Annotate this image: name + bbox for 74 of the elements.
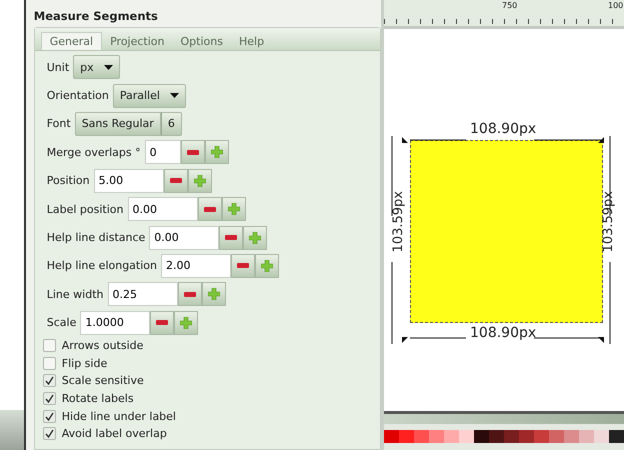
checkbox[interactable] [42,410,56,423]
checkbox-label: Avoid label overlap [62,427,167,440]
side-panel-edge [0,410,24,450]
input-field[interactable]: 0 [144,140,181,164]
plus-icon [180,316,192,329]
increment-button[interactable] [243,226,268,250]
checkbox[interactable] [42,374,56,388]
checkbox-label: Arrows outside [62,339,144,352]
decrement-button[interactable] [219,226,244,250]
checkbox[interactable] [42,339,56,352]
plus-icon [228,203,240,216]
checkbox[interactable] [42,392,56,405]
field-label: Merge overlaps ° [46,146,141,159]
minus-icon [184,292,196,297]
field-label: Position [46,174,90,188]
increment-button[interactable] [188,168,212,193]
plus-icon [210,146,223,158]
checkbox[interactable] [42,356,56,370]
field-label: Help line distance [46,231,146,244]
plus-icon [194,174,206,187]
caret-icon [104,64,113,70]
plus-icon [261,260,273,272]
increment-button[interactable] [202,282,226,306]
decrement-button[interactable] [150,310,174,335]
field-label: Orientation [46,89,109,102]
dialog-title: Measure Segments [32,8,159,25]
input-field[interactable]: 0.00 [149,226,220,250]
input-field[interactable]: 1.0000 [80,310,150,335]
tab[interactable]: Options [172,32,231,50]
field-label: Scale [46,316,76,330]
checkbox-label: Hide line under label [62,410,176,423]
field-label: Label position [46,202,124,216]
increment-button[interactable] [255,254,279,278]
checkbox-label: Rotate labels [62,392,134,405]
minus-icon [225,235,238,240]
tab[interactable]: Help [230,32,272,50]
tab[interactable]: Projection [102,32,173,50]
plus-icon [249,232,262,244]
font-button[interactable]: Sans Regular [74,112,161,136]
tab[interactable]: General [40,32,102,50]
measurement-label: 103.59px [602,191,615,252]
increment-button[interactable] [174,310,198,335]
checkbox-label: Flip side [62,356,108,370]
input-field[interactable]: 2.00 [161,254,231,278]
field-label: Unit [46,60,70,74]
increment-button[interactable] [204,140,229,164]
minus-icon [170,178,182,184]
decrement-button[interactable] [180,140,205,164]
decrement-button[interactable] [231,254,255,278]
ruler-label: 750 [502,1,518,10]
increment-button[interactable] [222,197,246,222]
minus-icon [156,320,168,326]
minus-icon [186,150,199,155]
input-field[interactable]: 5.00 [94,168,164,193]
decrement-button[interactable] [164,168,188,193]
field-label: Line width [46,288,104,301]
dropdown[interactable]: Parallel [112,84,186,108]
font-size-button[interactable]: 6 [160,112,182,136]
field-label: Font [46,117,71,130]
decrement-button[interactable] [198,197,222,222]
field-label: Help line elongation [46,259,157,272]
measurement-label: 103.59px [392,191,405,252]
checkbox-label: Scale sensitive [62,374,144,388]
input-field[interactable]: 0.00 [128,197,198,222]
checkbox[interactable] [42,427,56,440]
color-palette[interactable] [384,424,624,450]
caret-icon [170,93,179,98]
ruler-label: 100 [608,1,624,10]
decrement-button[interactable] [178,282,202,306]
plus-icon [208,288,220,300]
input-field[interactable]: 0.25 [108,282,178,306]
minus-icon [237,263,249,268]
minus-icon [204,206,216,212]
dropdown[interactable]: px [73,55,120,80]
